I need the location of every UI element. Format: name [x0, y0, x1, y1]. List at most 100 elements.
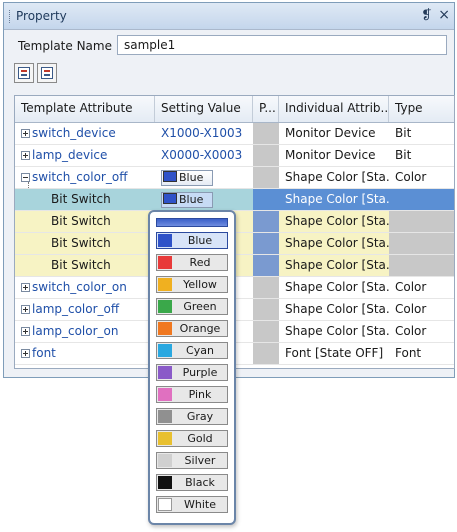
dropdown-current-swatch[interactable] — [156, 218, 228, 227]
p-cell — [253, 145, 279, 167]
drag-grip-icon[interactable] — [9, 10, 12, 23]
p-cell — [253, 277, 279, 299]
color-option-blue[interactable]: Blue — [156, 232, 228, 249]
gray-swatch-icon — [158, 410, 172, 423]
individual-attr-cell: Shape Color [Sta... — [279, 321, 389, 343]
pin-icon[interactable]: ❡ — [421, 8, 432, 23]
expand-icon[interactable] — [21, 129, 30, 138]
attr-cell[interactable]: switch_device — [15, 123, 155, 145]
attr-cell[interactable]: lamp_color_off — [15, 299, 155, 321]
type-cell: Bit — [389, 145, 454, 167]
p-cell — [253, 255, 279, 277]
attr-text: font — [32, 346, 56, 360]
p-cell — [253, 321, 279, 343]
column-header-type[interactable]: Type — [389, 96, 454, 122]
template-name-input[interactable] — [117, 35, 447, 55]
panel-titlebar[interactable]: Property ❡ × — [4, 3, 454, 30]
type-cell: Color — [389, 321, 454, 343]
option-label: Green — [183, 300, 217, 313]
option-label: Silver — [184, 454, 216, 467]
option-label: Gold — [187, 432, 213, 445]
attr-cell[interactable]: switch_color_off — [15, 167, 155, 189]
individual-attr-cell: Shape Color [Sta... — [279, 167, 389, 189]
color-option-silver[interactable]: Silver — [156, 452, 228, 469]
color-option-yellow[interactable]: Yellow — [156, 276, 228, 293]
color-option-red[interactable]: Red — [156, 254, 228, 271]
cyan-swatch-icon — [158, 344, 172, 357]
color-value-box[interactable]: Blue — [161, 192, 213, 208]
individual-attr-cell: Shape Color [Sta... — [279, 233, 389, 255]
attr-cell[interactable]: switch_color_on — [15, 277, 155, 299]
p-cell — [253, 189, 279, 211]
orange-swatch-icon — [158, 322, 172, 335]
table-row-selected[interactable]: Bit Switch Blue Shape Color [Sta... — [15, 189, 454, 211]
setting-value-cell[interactable]: Blue — [155, 189, 253, 211]
attr-cell[interactable]: Bit Switch — [15, 255, 155, 277]
expand-icon[interactable] — [21, 151, 30, 160]
purple-swatch-icon — [158, 366, 172, 379]
column-header-p[interactable]: P... — [253, 96, 279, 122]
color-option-gray[interactable]: Gray — [156, 408, 228, 425]
option-label: Orange — [179, 322, 221, 335]
expand-icon[interactable] — [21, 283, 30, 292]
color-option-orange[interactable]: Orange — [156, 320, 228, 337]
color-option-white[interactable]: White — [156, 496, 228, 513]
option-label: White — [184, 498, 216, 511]
expand-icon[interactable] — [21, 305, 30, 314]
attr-text: switch_color_on — [32, 280, 127, 294]
collapse-all-button[interactable] — [37, 63, 57, 83]
attr-text: lamp_device — [32, 148, 108, 162]
p-cell — [253, 211, 279, 233]
attr-cell[interactable]: Bit Switch — [15, 211, 155, 233]
color-value-box[interactable]: Blue — [161, 170, 213, 186]
column-header-template-attribute[interactable]: Template Attribute — [15, 96, 155, 122]
setting-value-cell[interactable]: X1000-X1003 — [155, 123, 253, 145]
table-row[interactable]: lamp_device X0000-X0003 Monitor Device B… — [15, 145, 454, 167]
color-option-gold[interactable]: Gold — [156, 430, 228, 447]
attr-cell[interactable]: font — [15, 343, 155, 365]
setting-value-cell[interactable]: Blue — [155, 167, 253, 189]
p-cell — [253, 233, 279, 255]
type-cell — [389, 211, 454, 233]
expand-all-button[interactable] — [14, 63, 34, 83]
individual-attr-cell: Monitor Device — [279, 123, 389, 145]
setting-value-cell[interactable]: X0000-X0003 — [155, 145, 253, 167]
color-option-cyan[interactable]: Cyan — [156, 342, 228, 359]
collapse-all-icon — [41, 67, 53, 79]
type-cell: Font — [389, 343, 454, 365]
expand-icon[interactable] — [21, 349, 30, 358]
individual-attr-cell: Monitor Device — [279, 145, 389, 167]
red-swatch-icon — [158, 256, 172, 269]
table-row[interactable]: switch_color_off Blue Shape Color [Sta..… — [15, 167, 454, 189]
attr-text: lamp_color_off — [32, 302, 120, 316]
column-header-setting-value[interactable]: Setting Value — [155, 96, 253, 122]
color-value-text: Blue — [179, 193, 204, 206]
blue-swatch-icon — [158, 234, 172, 247]
individual-attr-cell: Shape Color [Sta... — [279, 277, 389, 299]
individual-attr-cell: Shape Color [Sta... — [279, 299, 389, 321]
type-cell: Bit — [389, 123, 454, 145]
attr-cell[interactable]: Bit Switch — [15, 233, 155, 255]
attr-text: lamp_color_on — [32, 324, 119, 338]
individual-attr-cell: Shape Color [Sta... — [279, 211, 389, 233]
attr-cell[interactable]: Bit Switch — [15, 189, 155, 211]
color-option-purple[interactable]: Purple — [156, 364, 228, 381]
color-option-green[interactable]: Green — [156, 298, 228, 315]
expand-all-icon — [18, 67, 30, 79]
color-dropdown-list[interactable]: Blue Red Yellow Green Orange Cyan Purple… — [148, 210, 236, 525]
p-cell — [253, 343, 279, 365]
column-header-individual-attribute[interactable]: Individual Attrib... — [279, 96, 389, 122]
black-swatch-icon — [158, 476, 172, 489]
color-option-pink[interactable]: Pink — [156, 386, 228, 403]
table-row[interactable]: switch_device X1000-X1003 Monitor Device… — [15, 123, 454, 145]
close-icon[interactable]: × — [438, 7, 450, 23]
expand-icon[interactable] — [21, 327, 30, 336]
collapse-icon[interactable] — [21, 173, 30, 182]
option-label: Yellow — [183, 278, 217, 291]
color-option-black[interactable]: Black — [156, 474, 228, 491]
attr-cell[interactable]: lamp_color_on — [15, 321, 155, 343]
type-cell — [389, 189, 454, 211]
blue-swatch-icon — [163, 171, 177, 182]
attr-cell[interactable]: lamp_device — [15, 145, 155, 167]
type-cell: Color — [389, 277, 454, 299]
